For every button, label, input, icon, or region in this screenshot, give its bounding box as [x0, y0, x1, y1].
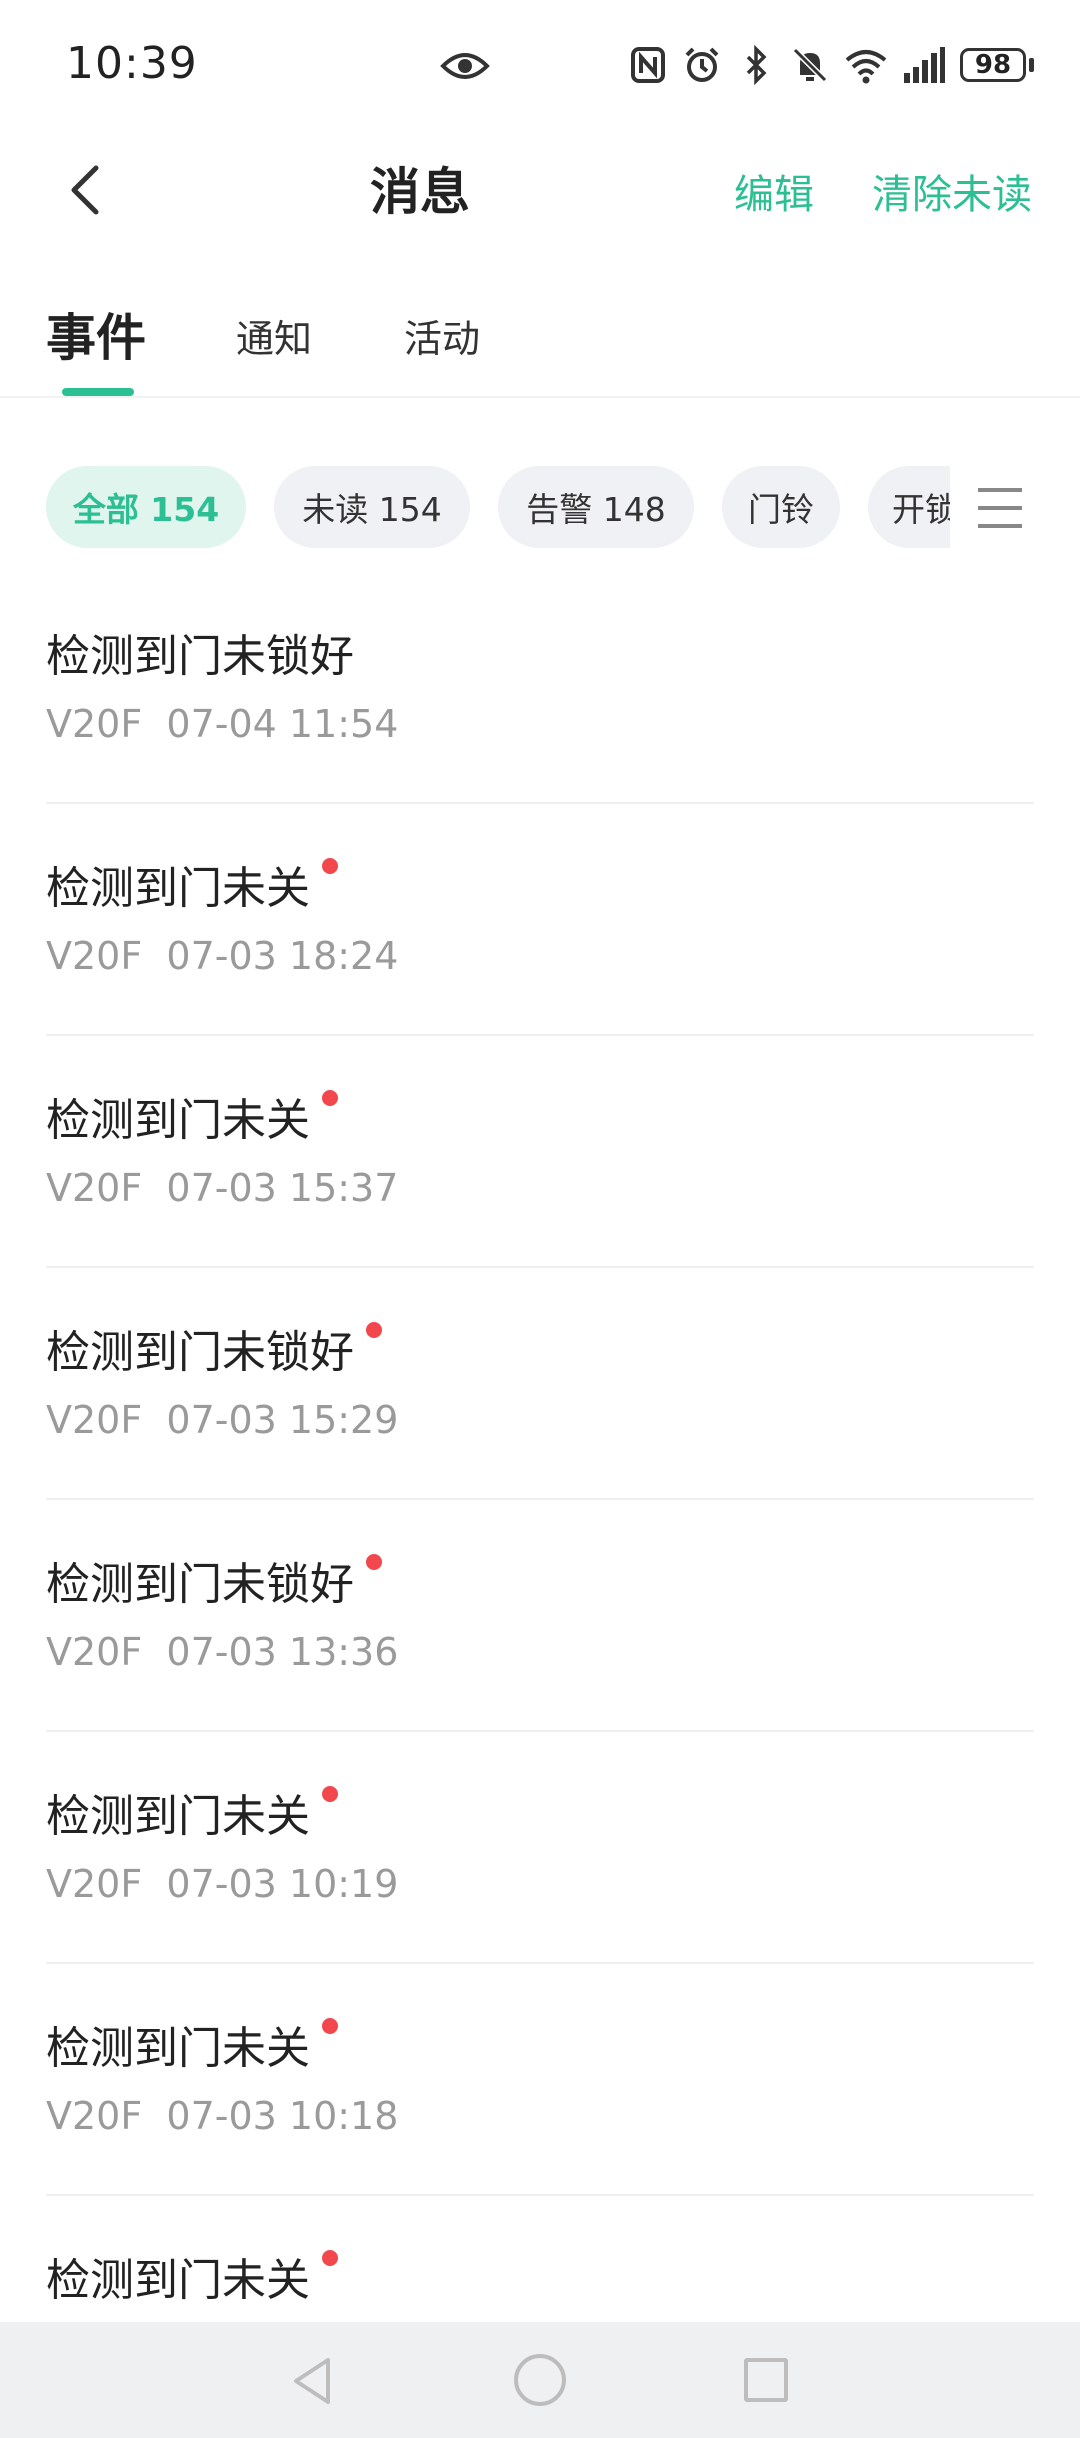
wifi-icon [845, 50, 887, 84]
message-device: V20F [46, 934, 143, 978]
filter-chips: 全部 154 未读 154 告警 148 门铃 开锁 [0, 466, 950, 550]
filter-chip-unlock[interactable]: 开锁 [868, 466, 950, 548]
tab-bar: 事件 通知 活动 [0, 290, 1080, 398]
unread-dot [322, 1090, 338, 1106]
filter-chip-doorbell[interactable]: 门铃 [722, 466, 840, 548]
status-bar: 10:39 98 [0, 0, 1080, 130]
message-title: 检测到门未关 [46, 852, 338, 916]
message-device: V20F [46, 702, 143, 746]
signal-icon [904, 47, 945, 83]
list-item[interactable]: 检测到门未锁好 V20F 07-03 15:29 [46, 1268, 1034, 1500]
message-meta: V20F 07-04 11:54 [46, 702, 398, 746]
unread-dot [322, 2018, 338, 2034]
message-title: 检测到门未锁好 [46, 1316, 382, 1380]
message-meta: V20F 07-03 13:36 [46, 1630, 398, 1674]
nav-home-icon[interactable] [514, 2354, 566, 2406]
filter-chip-all[interactable]: 全部 154 [46, 466, 246, 548]
message-title: 检测到门未锁好 [46, 620, 354, 684]
clear-unread-button[interactable]: 清除未读 [872, 162, 1032, 220]
active-tab-indicator [62, 388, 134, 396]
message-title: 检测到门未关 [46, 2244, 338, 2308]
message-title-text: 检测到门未关 [46, 2255, 310, 2306]
app-header: 消息 编辑 清除未读 [0, 130, 1080, 250]
message-title-text: 检测到门未关 [46, 863, 310, 914]
filter-chip-unread[interactable]: 未读 154 [274, 466, 470, 548]
mute-bell-icon [792, 47, 828, 83]
message-time: 07-03 13:36 [166, 1630, 399, 1674]
message-title: 检测到门未关 [46, 1084, 338, 1148]
status-time: 10:39 [66, 38, 198, 89]
message-device: V20F [46, 1398, 143, 1442]
edit-button[interactable]: 编辑 [734, 162, 814, 220]
nav-back-icon[interactable] [288, 2356, 338, 2406]
tab-activities[interactable]: 活动 [404, 308, 480, 363]
bluetooth-icon [746, 45, 767, 85]
message-title-text: 检测到门未锁好 [46, 1327, 354, 1378]
message-device: V20F [46, 1630, 143, 1674]
message-meta: V20F 07-03 15:29 [46, 1398, 398, 1442]
filter-menu-icon[interactable] [976, 486, 1024, 530]
unread-dot [366, 1322, 382, 1338]
message-time: 07-03 15:37 [166, 1166, 399, 1210]
message-title-text: 检测到门未关 [46, 2023, 310, 2074]
list-item[interactable]: 检测到门未关 V20F 07-03 10:19 [46, 1732, 1034, 1964]
unread-dot [322, 1786, 338, 1802]
battery-level: 98 [960, 48, 1026, 82]
message-meta: V20F 07-03 10:18 [46, 2094, 398, 2138]
message-title-text: 检测到门未关 [46, 1791, 310, 1842]
list-item[interactable]: 检测到门未锁好 V20F 07-04 11:54 [46, 572, 1034, 804]
message-time: 07-04 11:54 [166, 702, 399, 746]
message-device: V20F [46, 2094, 143, 2138]
message-time: 07-03 15:29 [166, 1398, 399, 1442]
alarm-icon [685, 47, 719, 82]
eye-icon [440, 53, 490, 79]
message-title: 检测到门未关 [46, 1780, 338, 1844]
list-item[interactable]: 检测到门未关 V20F 07-03 15:37 [46, 1036, 1034, 1268]
message-title: 检测到门未锁好 [46, 1548, 382, 1612]
unread-dot [322, 858, 338, 874]
status-icons: 98 [628, 40, 1034, 90]
list-item[interactable]: 检测到门未关 V20F 07-03 18:24 [46, 804, 1034, 1036]
message-meta: V20F 07-03 10:19 [46, 1862, 398, 1906]
message-device: V20F [46, 1166, 143, 1210]
message-title: 检测到门未关 [46, 2012, 338, 2076]
page-title: 消息 [370, 163, 470, 221]
system-nav-bar [0, 2322, 1080, 2438]
unread-dot [322, 2250, 338, 2266]
message-title-text: 检测到门未关 [46, 1095, 310, 1146]
tab-notifications[interactable]: 通知 [236, 308, 312, 363]
message-time: 07-03 18:24 [166, 934, 399, 978]
list-item[interactable]: 检测到门未关 V20F 07-03 10:18 [46, 1964, 1034, 2196]
message-list: 检测到门未锁好 V20F 07-04 11:54 检测到门未关 V20F 07-… [0, 572, 1080, 2428]
message-title-text: 检测到门未锁好 [46, 631, 354, 682]
message-time: 07-03 10:18 [166, 2094, 399, 2138]
message-title-text: 检测到门未锁好 [46, 1559, 354, 1610]
nfc-icon [631, 47, 665, 83]
battery-icon: 98 [960, 45, 1034, 85]
list-item[interactable]: 检测到门未锁好 V20F 07-03 13:36 [46, 1500, 1034, 1732]
tab-events[interactable]: 事件 [46, 298, 146, 370]
message-time: 07-03 10:19 [166, 1862, 399, 1906]
message-meta: V20F 07-03 15:37 [46, 1166, 398, 1210]
nav-recents-icon[interactable] [744, 2358, 788, 2402]
unread-dot [366, 1554, 382, 1570]
message-meta: V20F 07-03 18:24 [46, 934, 398, 978]
filter-chip-alarm[interactable]: 告警 148 [498, 466, 694, 548]
message-device: V20F [46, 1862, 143, 1906]
